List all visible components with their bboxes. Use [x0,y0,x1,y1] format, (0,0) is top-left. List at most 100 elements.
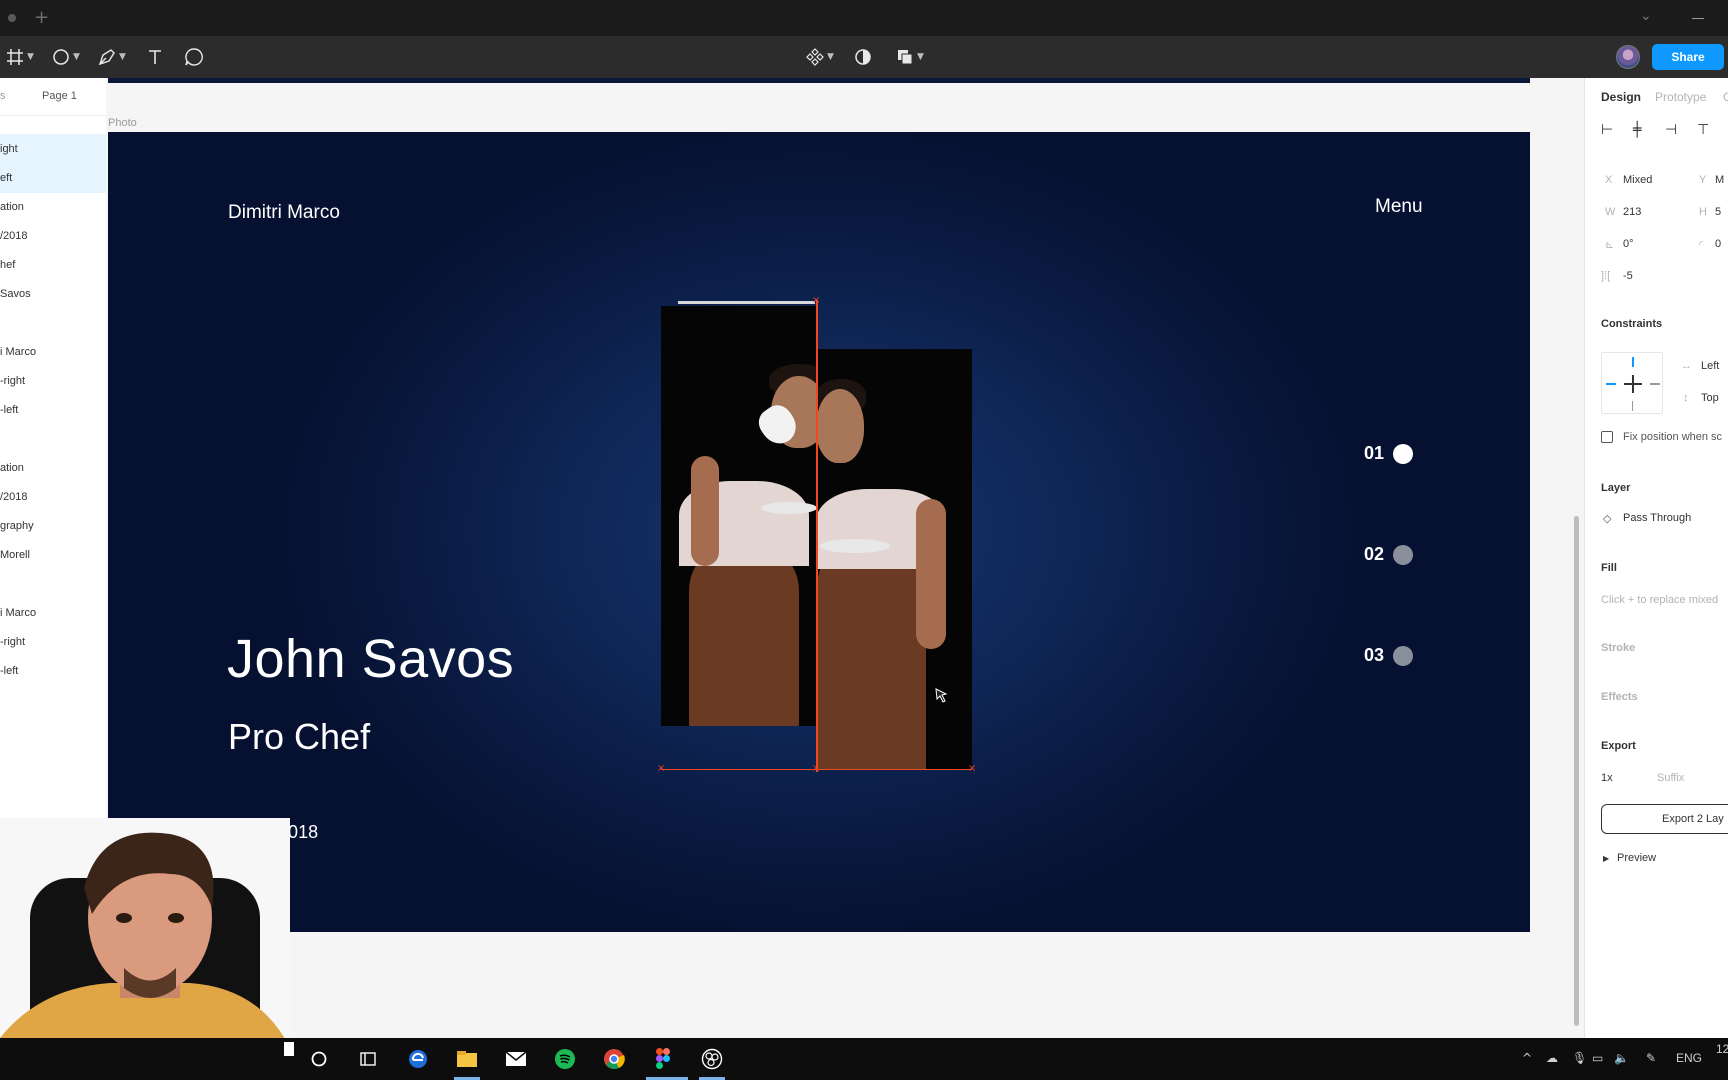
share-button[interactable]: Share [1652,44,1724,70]
volume-icon[interactable]: 🔈 [1614,1051,1629,1065]
stroke-title[interactable]: Stroke [1601,642,1635,654]
selection-handle[interactable]: × [968,764,976,774]
file-explorer-icon[interactable] [454,1046,480,1072]
blend-mode-select[interactable]: Pass Through [1623,512,1691,524]
constraint-widget[interactable] [1601,352,1663,414]
microphone-icon[interactable]: 🎙 [1572,1051,1587,1065]
selection-center-line[interactable] [816,300,818,772]
headline-name[interactable]: John Savos [227,628,514,690]
x-field[interactable]: Mixed [1623,174,1652,186]
start-icon[interactable] [284,1042,294,1056]
constraint-bottom-bar[interactable] [1632,401,1633,411]
layer-item[interactable]: ation [0,453,106,483]
task-view-icon[interactable] [355,1046,381,1072]
brand-name[interactable]: Dimitri Marco [228,202,340,224]
layer-item[interactable]: Morell [0,540,106,570]
export-button[interactable]: Export 2 Lay [1601,804,1728,834]
pen-ink-icon[interactable]: ✎ [1646,1051,1656,1065]
pen-tool[interactable]: ▼ [98,44,126,70]
network-icon[interactable]: ▭ [1592,1051,1603,1065]
photo-frame[interactable]: Dimitri Marco Menu × × × × John Savos Pr… [108,132,1530,932]
layer-item[interactable]: /2018 [0,482,106,512]
constraint-horizontal-select[interactable]: Left [1701,360,1719,372]
new-tab-icon[interactable]: + [34,7,49,28]
slide-dot-3[interactable] [1393,646,1413,666]
constraint-vertical-select[interactable]: Top [1701,392,1719,404]
layer-item[interactable]: -right [0,627,106,657]
effects-title[interactable]: Effects [1601,691,1638,703]
y-field[interactable]: M [1715,174,1724,186]
figma-icon[interactable] [650,1046,676,1072]
align-left-icon[interactable]: ⊢ [1601,122,1613,138]
headline-role[interactable]: Pro Chef [228,716,370,758]
assets-tab[interactable]: s [0,90,6,102]
obs-icon[interactable] [699,1046,725,1072]
fix-position-checkbox[interactable] [1601,431,1613,443]
constraint-left-bar[interactable] [1606,383,1616,385]
align-top-icon[interactable]: ⊤ [1697,122,1709,138]
tab-dot-icon[interactable] [8,14,16,22]
layer-item[interactable]: eft [0,163,106,193]
export-scale-select[interactable]: 1x [1601,772,1613,784]
selection-handle[interactable]: × [812,764,820,774]
layer-item[interactable]: -right [0,366,106,396]
slide-number-2[interactable]: 02 [1364,544,1384,565]
tab-code[interactable]: C [1723,90,1728,104]
minimize-icon[interactable] [1692,18,1704,19]
layer-item[interactable]: ight [0,134,106,164]
corner-radius-field[interactable]: 0 [1715,238,1721,250]
comment-tool[interactable] [184,44,204,70]
layer-item[interactable]: -left [0,656,106,686]
align-center-icon[interactable]: ╪ [1633,122,1641,138]
chrome-icon[interactable] [601,1046,627,1072]
user-avatar[interactable] [1616,45,1640,69]
layer-item[interactable]: hef [0,250,106,280]
photo-left[interactable] [661,306,816,726]
previous-frame-edge[interactable] [108,78,1530,83]
frame-tool[interactable]: ▼ [6,44,34,70]
layer-item[interactable]: -left [0,395,106,425]
layer-item[interactable]: /2018 [0,221,106,251]
language-indicator[interactable]: ENG [1676,1051,1702,1065]
onedrive-icon[interactable]: ☁ [1546,1051,1558,1065]
edge-icon[interactable] [405,1046,431,1072]
boolean-tool[interactable]: ▼ [896,44,924,70]
expand-arrow-icon[interactable]: ▶ [1603,854,1609,863]
selection-handle[interactable]: × [657,764,665,774]
frame-label[interactable]: Photo [108,117,137,129]
mail-icon[interactable] [503,1046,529,1072]
export-suffix-input[interactable]: Suffix [1657,772,1684,784]
slide-number-1[interactable]: 01 [1364,443,1384,464]
width-field[interactable]: 213 [1623,206,1641,218]
layer-item[interactable]: i Marco [0,598,106,628]
constraint-top-bar[interactable] [1632,357,1634,367]
spacing-field[interactable]: -5 [1623,270,1633,282]
layer-item[interactable]: i Marco [0,337,106,367]
menu-link[interactable]: Menu [1375,196,1423,218]
align-right-icon[interactable]: ⊣ [1665,122,1677,138]
search-icon[interactable] [306,1046,332,1072]
shape-tool[interactable]: ▼ [52,44,80,70]
layer-item[interactable]: Savos [0,279,106,309]
constraint-right-bar[interactable] [1650,383,1660,385]
component-tool[interactable]: ▼ [806,44,834,70]
preview-toggle[interactable]: Preview [1617,852,1656,864]
tab-prototype[interactable]: Prototype [1655,90,1706,104]
tray-chevron-icon[interactable]: ^ [1522,1051,1532,1065]
clock[interactable]: 12 [1716,1042,1728,1056]
text-tool[interactable] [146,44,164,70]
canvas-scrollbar[interactable] [1574,516,1579,1026]
slide-dot-1[interactable] [1393,444,1413,464]
slide-number-3[interactable]: 03 [1364,645,1384,666]
tab-design[interactable]: Design [1601,90,1641,104]
slide-dot-2[interactable] [1393,545,1413,565]
rotation-field[interactable]: 0° [1623,238,1634,250]
selection-handle[interactable]: × [812,296,820,306]
page-selector[interactable]: Page 1 [42,90,77,102]
chevron-down-icon[interactable]: ⌄ [1640,8,1652,24]
spotify-icon[interactable] [552,1046,578,1072]
height-field[interactable]: 5 [1715,206,1721,218]
mask-tool[interactable] [854,44,872,70]
layer-item[interactable]: ation [0,192,106,222]
layer-item[interactable]: graphy [0,511,106,541]
